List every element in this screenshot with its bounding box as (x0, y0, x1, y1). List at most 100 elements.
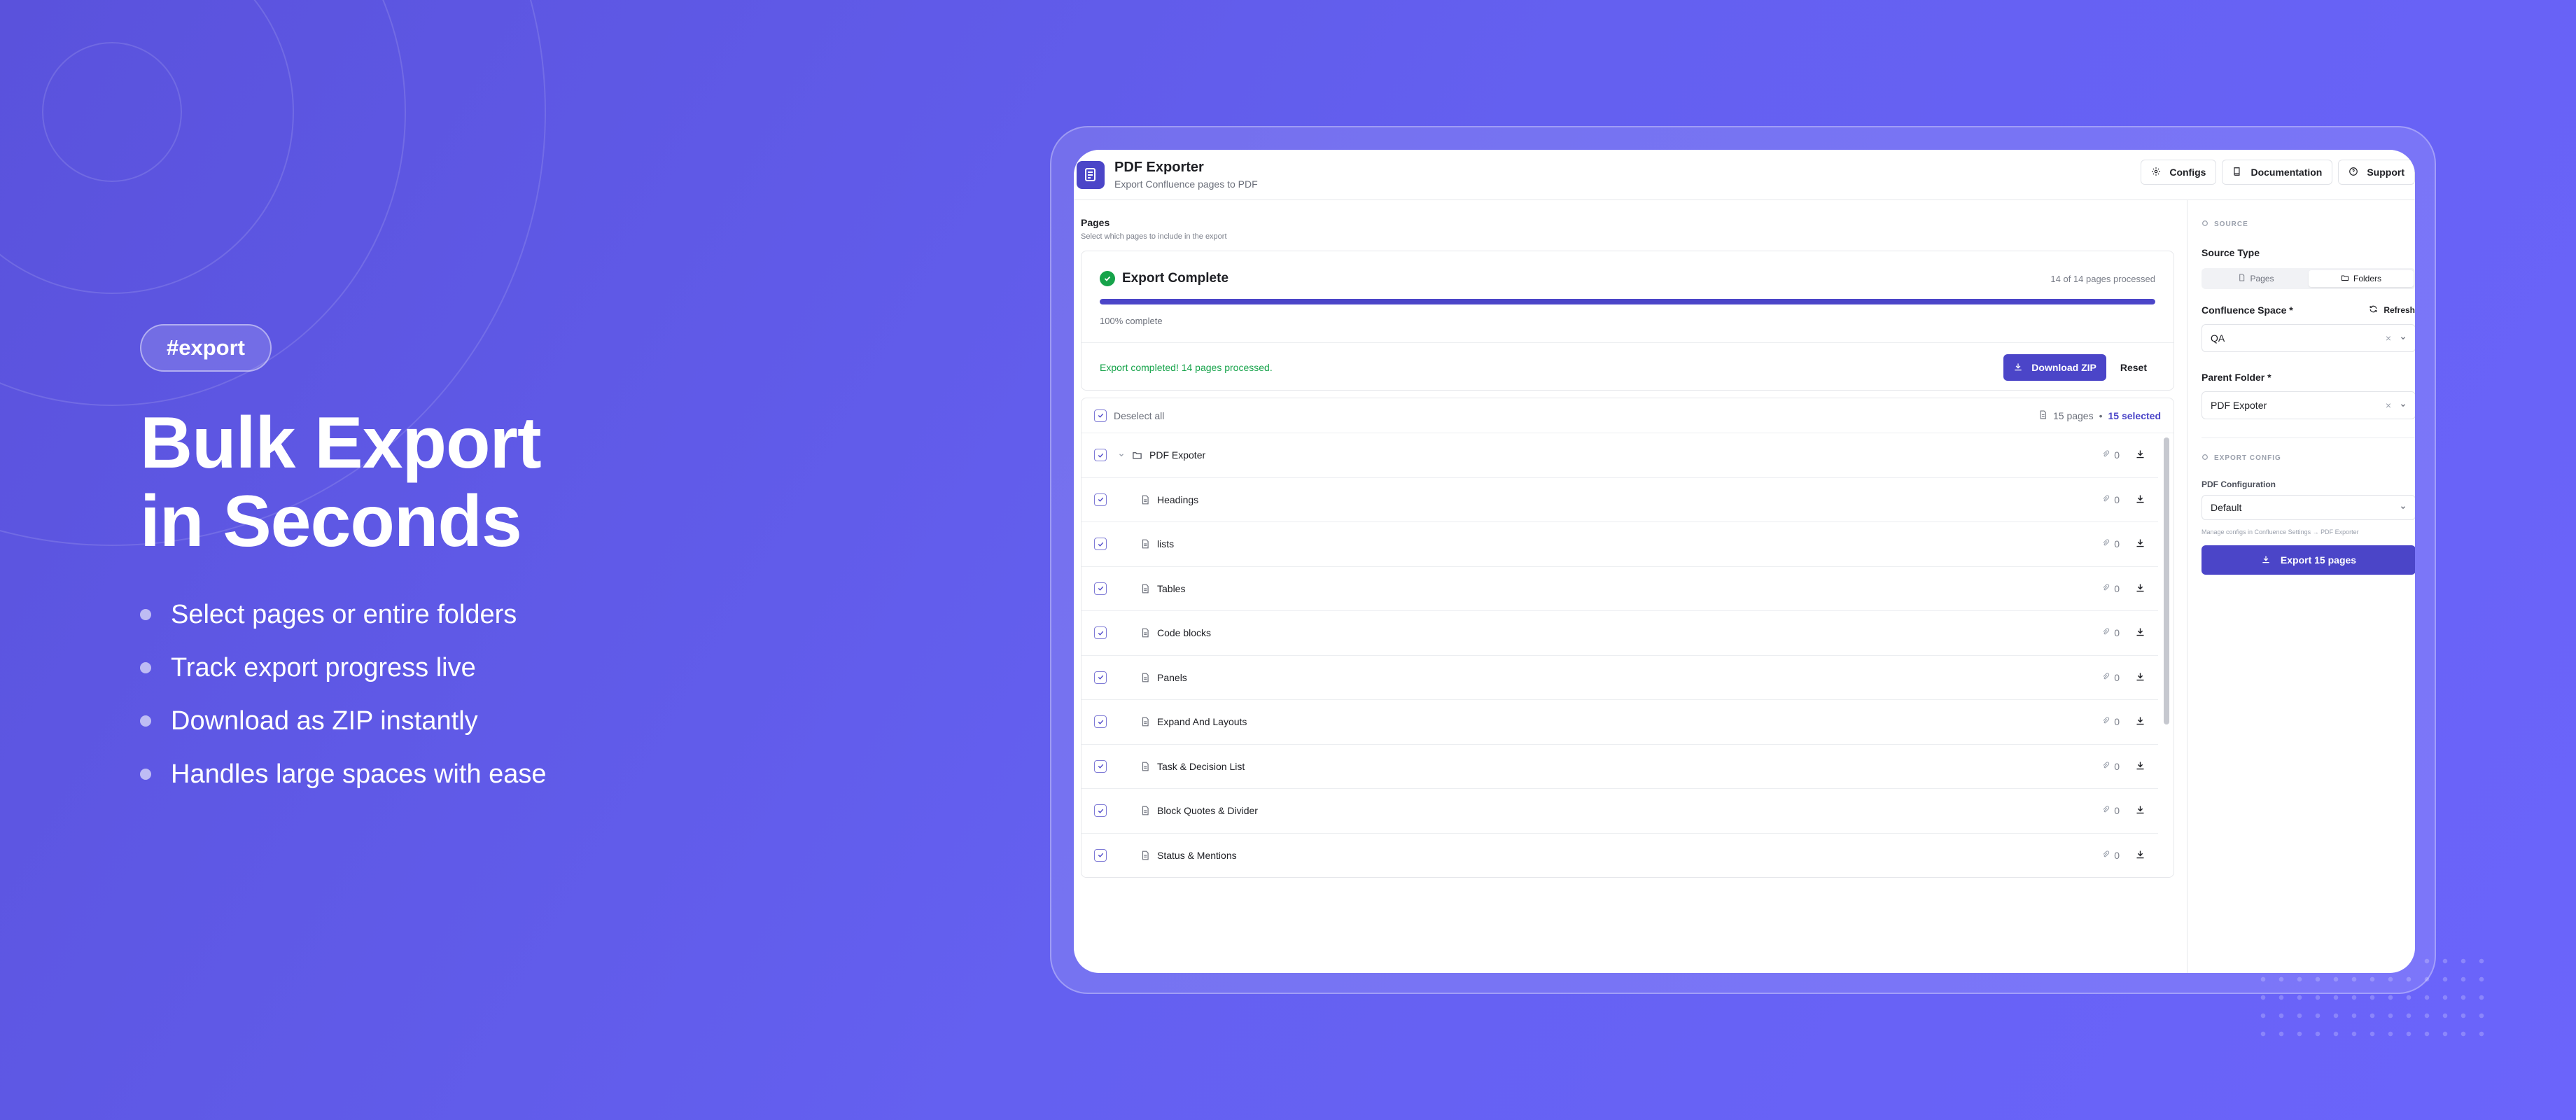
source-option-pages-label: Pages (2250, 274, 2274, 284)
page-count: 15 pages (2052, 410, 2094, 421)
row-title: Tables (1157, 582, 1186, 594)
export-pages-button[interactable]: Export 15 pages (2202, 545, 2415, 575)
page-row[interactable]: Panels 0 (1082, 656, 2158, 700)
row-checkbox[interactable] (1094, 538, 1107, 551)
feature-list: Select pages or entire folders Track exp… (140, 598, 672, 811)
paperclip-icon (2101, 805, 2110, 816)
page-row[interactable]: Task & Decision List 0 (1082, 745, 2158, 789)
chevron-down-icon[interactable] (2400, 502, 2407, 513)
space-label-row: Confluence Space * Refresh (2202, 304, 2415, 316)
chevron-down-icon[interactable] (2400, 400, 2407, 411)
chevron-down-icon[interactable] (2400, 332, 2407, 344)
download-icon[interactable] (2135, 715, 2146, 728)
row-checkbox[interactable] (1094, 626, 1107, 640)
attachment-count-value: 0 (2114, 760, 2120, 772)
app-window: PDF Exporter Export Confluence pages to … (1074, 150, 2415, 973)
parent-folder-label: Parent Folder * (2202, 372, 2272, 383)
row-checkbox[interactable] (1094, 760, 1107, 773)
support-button[interactable]: Support (2338, 160, 2415, 185)
page-row[interactable]: Expand And Layouts 0 (1082, 700, 2158, 745)
download-icon[interactable] (2135, 849, 2146, 862)
page-row[interactable]: Headings 0 (1082, 478, 2158, 522)
confluence-space-label: Confluence Space * (2202, 304, 2293, 316)
download-icon[interactable] (2135, 760, 2146, 773)
feature-item: Select pages or entire folders (140, 598, 672, 652)
row-checkbox[interactable] (1094, 671, 1107, 684)
confluence-space-select[interactable]: QA × (2202, 324, 2415, 352)
selected-count: 15 selected (2108, 410, 2162, 421)
header-actions: Configs Documentation Support (2141, 160, 2415, 185)
clear-icon[interactable]: × (2386, 332, 2391, 344)
headline-line-1: Bulk Export (140, 402, 542, 484)
page-row[interactable]: lists 0 (1082, 522, 2158, 567)
download-icon[interactable] (2135, 582, 2146, 595)
page-row[interactable]: Block Quotes & Divider 0 (1082, 789, 2158, 834)
row-checkbox[interactable] (1094, 582, 1107, 595)
settings-sidebar: SOURCE Source Type Pages Folders Conflue… (2187, 200, 2415, 973)
row-checkbox[interactable] (1094, 449, 1107, 462)
headline: Bulk Export in Seconds (140, 404, 672, 561)
pages-section-subtitle: Select which pages to include in the exp… (1081, 232, 1227, 241)
source-option-folders[interactable]: Folders (2309, 270, 2414, 287)
refresh-button[interactable]: Refresh (2369, 304, 2415, 316)
deselect-all-label[interactable]: Deselect all (1114, 410, 1164, 421)
row-checkbox[interactable] (1094, 715, 1107, 729)
scrollbar-thumb[interactable] (2164, 438, 2169, 724)
row-checkbox[interactable] (1094, 804, 1107, 818)
download-icon[interactable] (2135, 449, 2146, 461)
main-panel: Pages Select which pages to include in t… (1081, 217, 2174, 878)
page-list: Deselect all 15 pages • 15 selected PDF … (1081, 398, 2174, 878)
paperclip-icon (2101, 761, 2110, 772)
row-title: Status & Mentions (1157, 849, 1237, 861)
page-row[interactable]: Code blocks 0 (1082, 611, 2158, 656)
progress-bar (1100, 299, 2155, 304)
check-circle-icon (1100, 271, 1115, 286)
app-subtitle: Export Confluence pages to PDF (1114, 178, 1258, 190)
row-title: PDF Expoter (1149, 449, 1206, 461)
pdf-config-select[interactable]: Default (2202, 495, 2415, 520)
pdf-config-hint: Manage configs in Confluence Settings → … (2202, 528, 2359, 536)
paperclip-icon (2101, 538, 2110, 550)
chevron-down-icon[interactable] (1116, 451, 1126, 458)
clear-icon[interactable]: × (2386, 400, 2391, 411)
page-rows: PDF Expoter 0 Headings 0 lists 0 Tables 0 Code b… (1082, 433, 2158, 878)
attachment-count: 0 (2101, 449, 2120, 461)
export-config-kicker: EXPORT CONFIG (2202, 454, 2415, 463)
deselect-all-checkbox[interactable] (1094, 409, 1107, 422)
page-row[interactable]: Tables 0 (1082, 567, 2158, 611)
documentation-button[interactable]: Documentation (2222, 160, 2333, 185)
document-icon (1140, 717, 1150, 727)
download-icon[interactable] (2135, 538, 2146, 550)
attachment-count-value: 0 (2114, 582, 2120, 594)
row-title: Block Quotes & Divider (1157, 805, 1258, 817)
source-option-pages[interactable]: Pages (2204, 270, 2309, 287)
document-icon (1140, 806, 1150, 816)
feature-item: Track export progress live (140, 652, 672, 705)
scrollbar[interactable] (2164, 438, 2169, 872)
folder-row[interactable]: PDF Expoter 0 (1082, 433, 2158, 478)
row-checkbox[interactable] (1094, 848, 1107, 862)
download-zip-button[interactable]: Download ZIP (2003, 354, 2106, 381)
download-icon[interactable] (2135, 493, 2146, 506)
selection-summary: 15 pages • 15 selected (2038, 410, 2161, 421)
page-row[interactable]: Status & Mentions 0 (1082, 834, 2158, 878)
download-icon[interactable] (2135, 804, 2146, 817)
attachment-count: 0 (2101, 672, 2120, 683)
pages-section-title: Pages (1081, 217, 1110, 228)
promo-panel: #export Bulk Export in Seconds Select pa… (140, 324, 672, 811)
download-icon[interactable] (2135, 626, 2146, 639)
source-kicker: SOURCE (2202, 220, 2415, 229)
source-type-label: Source Type (2202, 247, 2260, 258)
configs-button[interactable]: Configs (2141, 160, 2217, 185)
document-icon (1140, 762, 1150, 771)
download-zip-label: Download ZIP (2031, 362, 2096, 373)
paperclip-icon (2101, 494, 2110, 505)
row-checkbox[interactable] (1094, 493, 1107, 506)
reset-button[interactable]: Reset (2112, 354, 2155, 381)
parent-folder-select[interactable]: PDF Expoter × (2202, 391, 2415, 419)
attachment-count-value: 0 (2114, 849, 2120, 861)
dot-icon (2202, 220, 2208, 229)
download-icon[interactable] (2135, 671, 2146, 684)
app-logo-icon (1077, 160, 1105, 189)
headline-line-2: in Seconds (140, 481, 522, 562)
